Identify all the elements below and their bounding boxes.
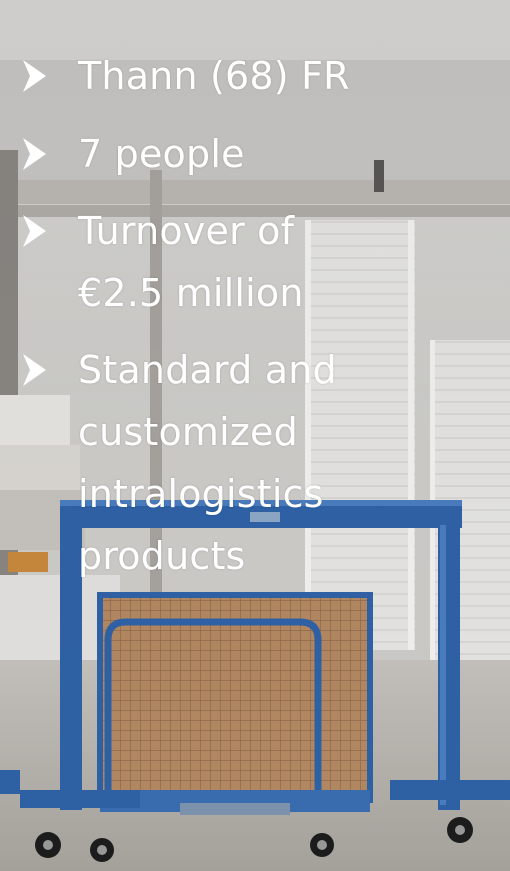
bullet-list: Thann (68) FR 7 people Turnover of €2.5 … [0,0,510,871]
arrow-bullet-icon [23,215,46,247]
bullet-4-line-2: customized [78,410,298,454]
bullet-4-line-4: products [78,534,246,578]
arrow-bullet-icon [23,354,46,386]
bullet-2-line-1: 7 people [78,132,245,176]
bullet-3-line-1: Turnover of [78,209,295,253]
bullet-3-line-2: €2.5 million [78,271,304,315]
bullet-4-line-3: intralogistics [78,472,324,516]
bullet-4-line-1: Standard and [78,348,337,392]
arrow-bullet-icon [23,138,46,170]
bullet-1-line-1: Thann (68) FR [78,54,350,98]
arrow-bullet-icon [23,60,46,92]
